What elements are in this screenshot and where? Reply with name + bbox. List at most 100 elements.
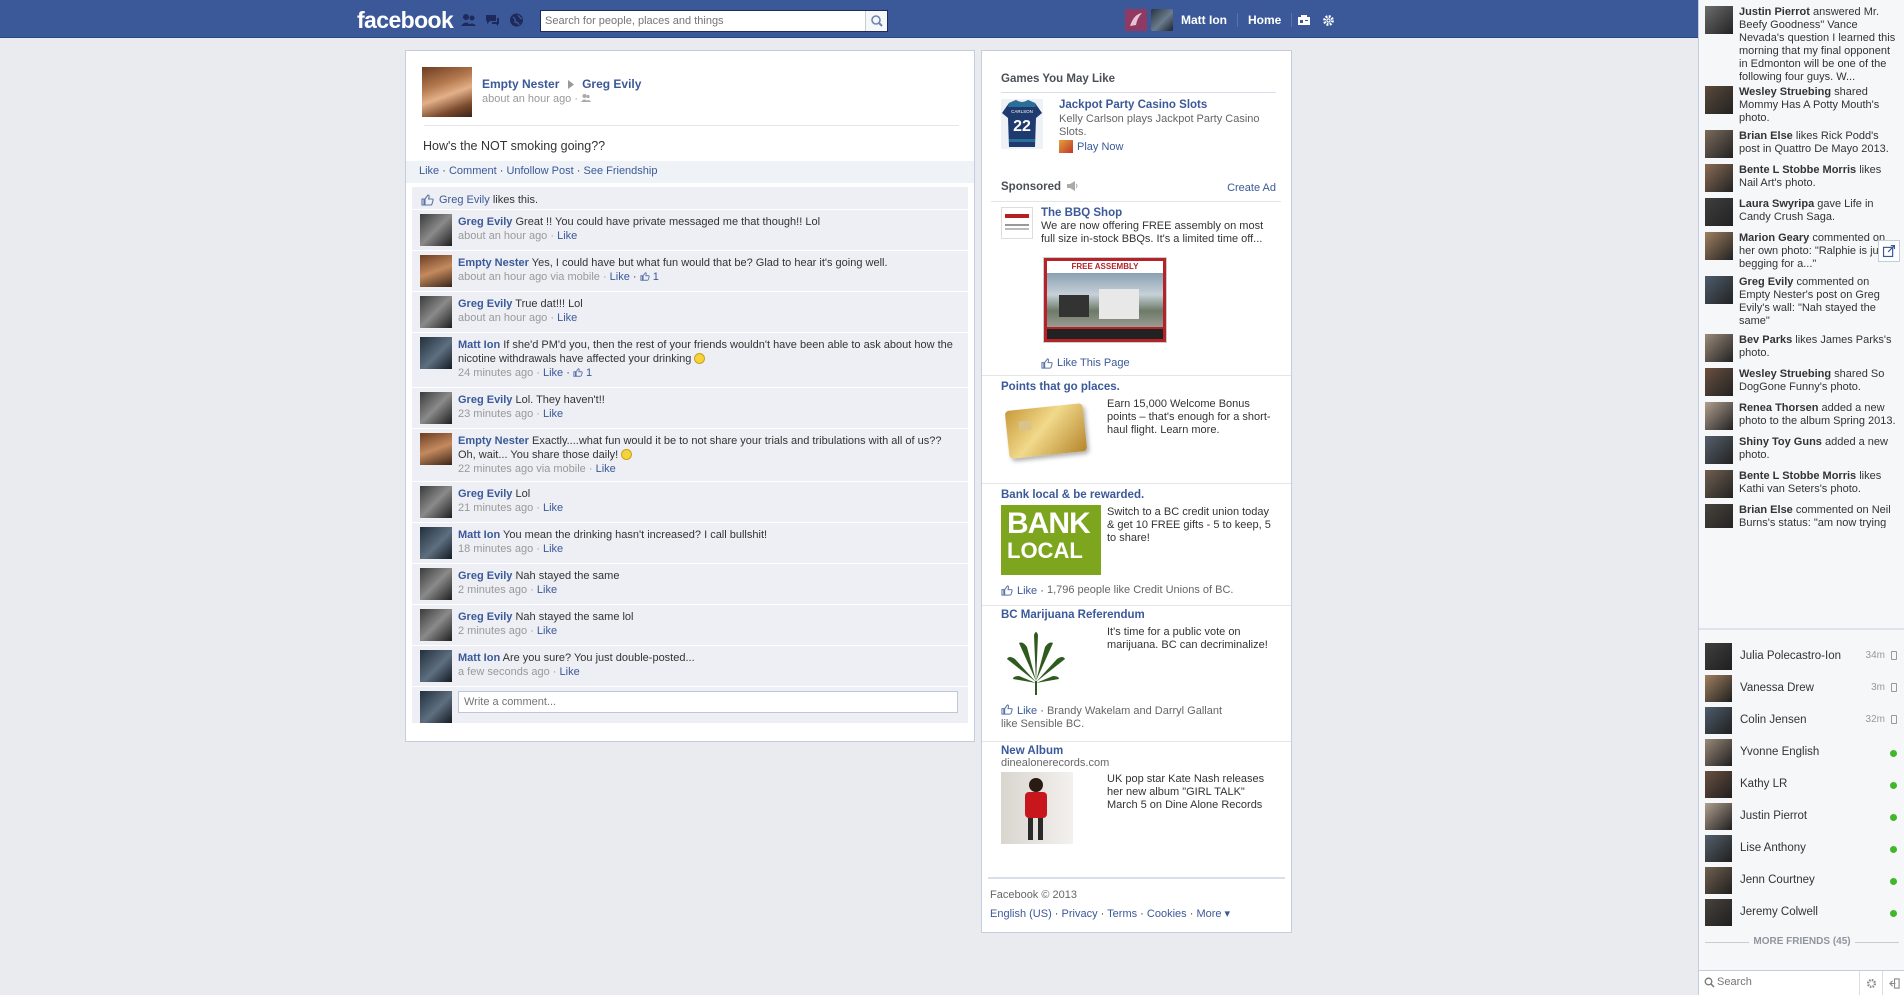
ad-title[interactable]: Bank local & be rewarded. bbox=[1001, 489, 1276, 501]
game-title[interactable]: Jackpot Party Casino Slots bbox=[1059, 99, 1277, 111]
create-ad-link[interactable]: Create Ad bbox=[1227, 182, 1276, 194]
ad-bank-local[interactable]: Bank local & be rewarded. BANK LOCAL Swi… bbox=[1001, 489, 1276, 599]
chat-search-input[interactable] bbox=[1717, 976, 1847, 988]
commenter-avatar[interactable] bbox=[420, 609, 452, 641]
commenter-name[interactable]: Matt Ion bbox=[458, 529, 500, 541]
comment-like-link[interactable]: Like bbox=[543, 502, 563, 514]
chat-friend[interactable]: Jeremy Colwell bbox=[1699, 896, 1904, 928]
comment-time[interactable]: about an hour ago bbox=[458, 230, 547, 242]
comment-like-count[interactable]: 1 bbox=[586, 367, 592, 379]
chat-friend[interactable]: Lise Anthony bbox=[1699, 832, 1904, 864]
more-friends-label[interactable]: MORE FRIENDS (45) bbox=[1699, 936, 1904, 947]
ad-like-link[interactable]: Like bbox=[1017, 705, 1037, 717]
search-button[interactable] bbox=[865, 11, 887, 31]
comment-like-link[interactable]: Like bbox=[596, 463, 616, 475]
commenter-avatar[interactable] bbox=[420, 433, 452, 465]
friend-requests-icon[interactable] bbox=[461, 13, 476, 27]
search-input[interactable] bbox=[541, 11, 867, 31]
chat-friend[interactable]: Jenn Courtney bbox=[1699, 864, 1904, 896]
commenter-name[interactable]: Greg Evily bbox=[458, 611, 512, 623]
ad-title[interactable]: BC Marijuana Referendum bbox=[1001, 609, 1276, 621]
footer-privacy-link[interactable]: Privacy bbox=[1062, 908, 1098, 920]
ticker-story[interactable]: Brian Else commented on Neil Burns's sta… bbox=[1699, 498, 1904, 528]
chat-options-button[interactable] bbox=[1859, 971, 1882, 995]
comment-like-link[interactable]: Like bbox=[557, 230, 577, 242]
commenter-name[interactable]: Greg Evily bbox=[458, 298, 512, 310]
chat-friend[interactable]: Colin Jensen 32m bbox=[1699, 704, 1904, 736]
play-now-link[interactable]: Play Now bbox=[1077, 141, 1123, 153]
comment-time[interactable]: 2 minutes ago bbox=[458, 584, 527, 596]
ticker-story[interactable]: Bente L Stobbe Morris likes Kathi van Se… bbox=[1699, 464, 1904, 498]
comment-time[interactable]: 18 minutes ago bbox=[458, 543, 533, 555]
ad-title[interactable]: Points that go places. bbox=[1001, 381, 1276, 393]
notifications-globe-icon[interactable] bbox=[509, 13, 524, 27]
home-link[interactable]: Home bbox=[1238, 13, 1291, 27]
hide-sidebar-button[interactable] bbox=[1882, 971, 1904, 995]
ticker-story[interactable]: Brian Else likes Rick Podd's post in Qua… bbox=[1699, 124, 1904, 158]
commenter-avatar[interactable] bbox=[420, 337, 452, 369]
comment-like-link[interactable]: Like bbox=[537, 584, 557, 596]
privacy-shortcuts-button[interactable] bbox=[1292, 9, 1316, 31]
comment-time[interactable]: about an hour ago bbox=[458, 312, 547, 324]
commenter-avatar[interactable] bbox=[420, 296, 452, 328]
commenter-avatar[interactable] bbox=[420, 650, 452, 682]
commenter-avatar[interactable] bbox=[420, 255, 452, 287]
commenter-name[interactable]: Matt Ion bbox=[458, 652, 500, 664]
comment-like-link[interactable]: Like bbox=[543, 408, 563, 420]
commenter-name[interactable]: Greg Evily bbox=[458, 488, 512, 500]
unfollow-post-action[interactable]: Unfollow Post bbox=[506, 165, 573, 177]
footer-more-link[interactable]: More ▾ bbox=[1196, 908, 1230, 920]
comment-time[interactable]: a few seconds ago bbox=[458, 666, 550, 678]
comment-like-link[interactable]: Like bbox=[557, 312, 577, 324]
footer-language-link[interactable]: English (US) bbox=[990, 908, 1052, 920]
comment-action[interactable]: Comment bbox=[449, 165, 497, 177]
comment-time[interactable]: 21 minutes ago bbox=[458, 502, 533, 514]
facebook-logo[interactable]: facebook bbox=[357, 7, 454, 34]
game-image[interactable]: CARLSON 22 bbox=[1001, 99, 1043, 149]
commenter-avatar[interactable] bbox=[420, 486, 452, 518]
comment-time[interactable]: 24 minutes ago bbox=[458, 367, 533, 379]
author-name[interactable]: Empty Nester bbox=[482, 77, 559, 91]
ticker-story[interactable]: Wesley Struebing shared So DogGone Funny… bbox=[1699, 362, 1904, 396]
liker-name[interactable]: Greg Evily bbox=[439, 194, 490, 206]
commenter-avatar[interactable] bbox=[420, 392, 452, 424]
ticker-story[interactable]: Wesley Struebing shared Mommy Has A Pott… bbox=[1699, 80, 1904, 124]
bbq-ad-image[interactable]: FREE ASSEMBLY bbox=[1043, 257, 1167, 343]
ticker-story[interactable]: Greg Evily commented on Empty Nester's p… bbox=[1699, 270, 1904, 328]
chat-friend[interactable]: Kathy LR bbox=[1699, 768, 1904, 800]
comment-like-link[interactable]: Like bbox=[560, 666, 580, 678]
ad-title[interactable]: New Album bbox=[1001, 745, 1276, 757]
author-avatar[interactable] bbox=[422, 67, 472, 117]
ticker-story[interactable]: Renea Thorsen added a new photo to the a… bbox=[1699, 396, 1904, 430]
ad-bc-marijuana[interactable]: BC Marijuana Referendum It's time for a … bbox=[1001, 609, 1276, 734]
ad-points[interactable]: Points that go places. Earn 15,000 Welco… bbox=[1001, 381, 1276, 481]
comment-time[interactable]: 23 minutes ago bbox=[458, 408, 533, 420]
comment-time[interactable]: about an hour ago via mobile bbox=[458, 271, 600, 283]
user-avatar[interactable] bbox=[1151, 9, 1173, 31]
comment-like-link[interactable]: Like bbox=[537, 625, 557, 637]
commenter-name[interactable]: Empty Nester bbox=[458, 435, 529, 447]
see-friendship-action[interactable]: See Friendship bbox=[583, 165, 657, 177]
ad-title[interactable]: The BBQ Shop bbox=[1041, 207, 1277, 219]
footer-cookies-link[interactable]: Cookies bbox=[1147, 908, 1187, 920]
chat-friend[interactable]: Vanessa Drew 3m bbox=[1699, 672, 1904, 704]
commenter-name[interactable]: Greg Evily bbox=[458, 570, 512, 582]
ticker-story[interactable]: Bev Parks likes James Parks's photo. bbox=[1699, 328, 1904, 362]
comment-input[interactable] bbox=[458, 691, 958, 713]
chat-friend[interactable]: Julia Polecastro-Ion 34m bbox=[1699, 640, 1904, 672]
chat-friend[interactable]: Justin Pierrot bbox=[1699, 800, 1904, 832]
commenter-avatar[interactable] bbox=[420, 214, 452, 246]
messages-icon[interactable] bbox=[485, 13, 500, 27]
comment-like-count[interactable]: 1 bbox=[653, 271, 659, 283]
ticker-story[interactable]: Bente L Stobbe Morris likes Nail Art's p… bbox=[1699, 158, 1904, 192]
comment-like-link[interactable]: Like bbox=[610, 271, 630, 283]
ticker-story[interactable]: Marion Geary commented on her own photo:… bbox=[1699, 226, 1904, 270]
commenter-name[interactable]: Greg Evily bbox=[458, 394, 512, 406]
ticker-story[interactable]: Justin Pierrot answered Mr. Beefy Goodne… bbox=[1699, 0, 1904, 83]
comment-time[interactable]: 2 minutes ago bbox=[458, 625, 527, 637]
commenter-avatar[interactable] bbox=[420, 568, 452, 600]
ticker-divider[interactable] bbox=[1699, 628, 1904, 630]
ticker-story[interactable]: Laura Swyripa gave Life in Candy Crush S… bbox=[1699, 192, 1904, 226]
target-name[interactable]: Greg Evily bbox=[582, 77, 641, 91]
comment-time[interactable]: 22 minutes ago via mobile bbox=[458, 463, 586, 475]
